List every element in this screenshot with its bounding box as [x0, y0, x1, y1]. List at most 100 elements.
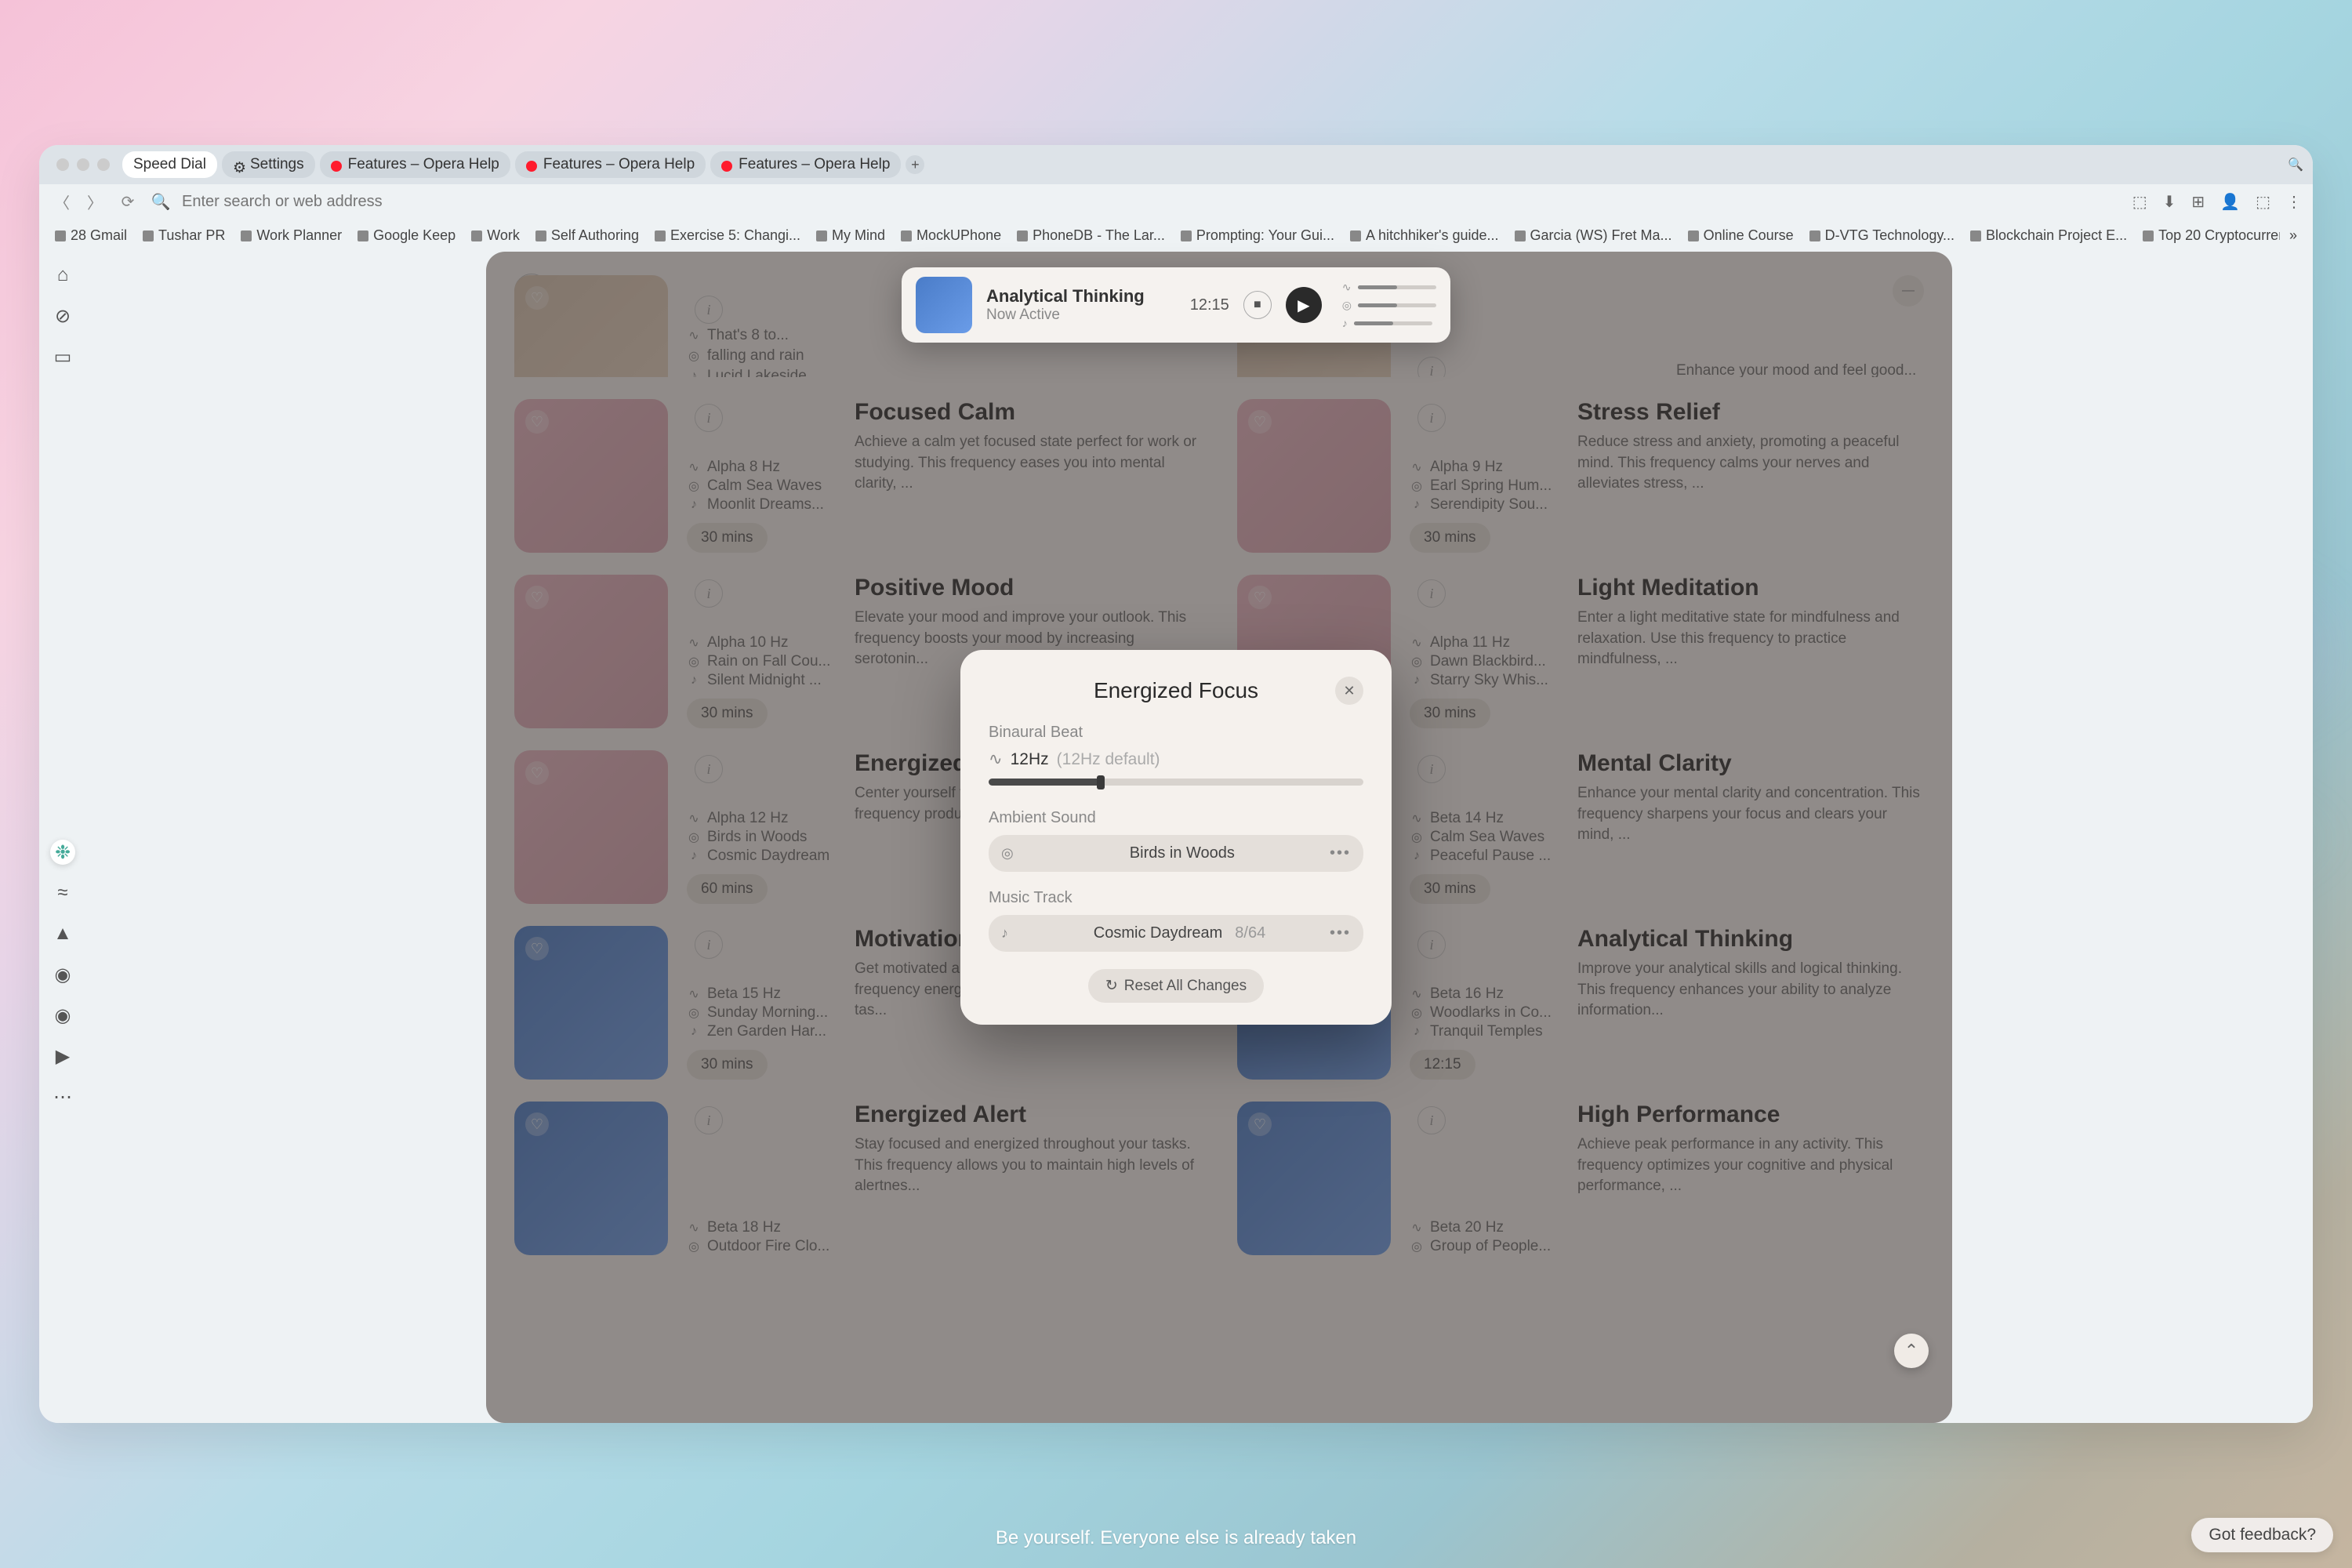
- note-icon: ♪: [1001, 925, 1008, 942]
- bookmark-icon: [471, 230, 482, 241]
- music-chip[interactable]: ♪ Cosmic Daydream 8/64 •••: [989, 915, 1363, 952]
- hz-value: 12Hz: [1011, 750, 1049, 769]
- modal-close-button[interactable]: ✕: [1335, 677, 1363, 705]
- address-bar: 〈 〉 ⟳ 🔍 ⬚ ⬇ ⊞ 👤 ⬚ ⋮: [39, 184, 2313, 220]
- ambient-slider[interactable]: [1358, 303, 1436, 307]
- compass-icon[interactable]: ⊘: [50, 303, 75, 328]
- player-subtitle: Now Active: [986, 307, 1145, 324]
- search-tabs-icon[interactable]: 🔍: [2288, 157, 2303, 172]
- more-icon[interactable]: ⋯: [50, 1084, 75, 1109]
- tab-favicon: [331, 159, 342, 170]
- binaural-label: Binaural Beat: [989, 724, 1363, 742]
- play-button[interactable]: ▶: [1286, 287, 1322, 323]
- bookmark-icon: [1350, 230, 1361, 241]
- browser-window: Speed Dial⚙SettingsFeatures – Opera Help…: [39, 145, 2313, 1423]
- stop-button[interactable]: ■: [1243, 291, 1272, 319]
- hz-default: (12Hz default): [1057, 750, 1160, 769]
- bookmark-9[interactable]: PhoneDB - The Lar...: [1011, 224, 1171, 247]
- waves-icon[interactable]: ≈: [50, 880, 75, 906]
- boost-settings-modal: Energized Focus ✕ Binaural Beat ∿ 12Hz (…: [960, 650, 1392, 1025]
- briefcase-icon[interactable]: ▭: [50, 344, 75, 369]
- bookmark-icon: [655, 230, 666, 241]
- bookmark-13[interactable]: Online Course: [1682, 224, 1800, 247]
- bookmark-icon: [1181, 230, 1192, 241]
- bookmark-15[interactable]: Blockchain Project E...: [1964, 224, 2133, 247]
- music-slider[interactable]: [1354, 321, 1432, 325]
- air-icon[interactable]: ❉: [50, 840, 75, 865]
- modal-title: Energized Focus: [1094, 678, 1258, 703]
- new-tab-button[interactable]: +: [906, 155, 924, 174]
- extensions-icon[interactable]: ⬚: [2256, 192, 2270, 212]
- tab-3[interactable]: Features – Opera Help: [515, 151, 706, 178]
- reset-icon: ↻: [1105, 977, 1118, 995]
- tab-4[interactable]: Features – Opera Help: [710, 151, 901, 178]
- reload-button[interactable]: ⟳: [116, 192, 140, 212]
- vpn-icon[interactable]: ⬚: [2132, 192, 2147, 212]
- scroll-top-button[interactable]: ⌃: [1894, 1334, 1929, 1368]
- tab-2[interactable]: Features – Opera Help: [320, 151, 510, 178]
- bookmark-icon: [241, 230, 252, 241]
- bookmark-4[interactable]: Work: [465, 224, 526, 247]
- forward-button[interactable]: 〉: [83, 191, 107, 213]
- ambient-value: Birds in Woods: [1014, 844, 1351, 862]
- bookmark-5[interactable]: Self Authoring: [529, 224, 645, 247]
- ambient-more-icon[interactable]: •••: [1330, 844, 1351, 862]
- tab-bar: Speed Dial⚙SettingsFeatures – Opera Help…: [39, 145, 2313, 184]
- tab-favicon: ⚙: [233, 159, 244, 170]
- bookmark-icon: [1017, 230, 1028, 241]
- music-slider-icon: ♪: [1342, 317, 1348, 329]
- window-controls[interactable]: [49, 158, 118, 171]
- binaural-slider[interactable]: [989, 779, 1363, 786]
- bookmark-6[interactable]: Exercise 5: Changi...: [648, 224, 807, 247]
- beat-slider[interactable]: [1358, 285, 1436, 289]
- bookmark-icon: [1515, 230, 1526, 241]
- mini-player: Analytical Thinking Now Active 12:15 ■ ▶…: [902, 267, 1450, 343]
- menu-icon[interactable]: ⋮: [2286, 192, 2302, 212]
- footer-quote: Be yourself. Everyone else is already ta…: [0, 1527, 2352, 1549]
- tab-favicon: [526, 159, 537, 170]
- ambient-label: Ambient Sound: [989, 809, 1363, 827]
- bookmark-icon: [535, 230, 546, 241]
- player-title: Analytical Thinking: [986, 286, 1145, 307]
- player-thumb: [916, 277, 972, 333]
- tab-0[interactable]: Speed Dial: [122, 151, 217, 178]
- bookmark-icon: [2143, 230, 2154, 241]
- bookmark-icon: [1688, 230, 1699, 241]
- bookmarks-bar: 28 GmailTushar PRWork PlannerGoogle Keep…: [39, 220, 2313, 252]
- ambient-chip[interactable]: ◎ Birds in Woods •••: [989, 835, 1363, 872]
- tab-1[interactable]: ⚙Settings: [222, 151, 315, 178]
- bookmark-8[interactable]: MockUPhone: [895, 224, 1007, 247]
- send-icon[interactable]: ▶: [50, 1044, 75, 1069]
- sidebar: ⌂ ⊘ ▭ ❉ ≈ ▲ ◉ ◉ ▶ ⋯: [39, 252, 86, 1423]
- bookmark-1[interactable]: Tushar PR: [136, 224, 231, 247]
- messenger-icon[interactable]: ◉: [50, 962, 75, 987]
- music-more-icon[interactable]: •••: [1330, 924, 1351, 942]
- bookmark-icon: [1970, 230, 1981, 241]
- music-label: Music Track: [989, 889, 1363, 907]
- flame-icon[interactable]: ▲: [50, 921, 75, 946]
- bookmark-12[interactable]: Garcia (WS) Fret Ma...: [1508, 224, 1679, 247]
- bookmark-2[interactable]: Work Planner: [234, 224, 348, 247]
- bookmark-icon: [816, 230, 827, 241]
- bookmark-0[interactable]: 28 Gmail: [49, 224, 133, 247]
- download-icon[interactable]: ⬇: [2163, 192, 2176, 212]
- home-icon[interactable]: ⌂: [50, 263, 75, 288]
- wave-icon: ∿: [989, 750, 1003, 769]
- bookmark-icon: [358, 230, 368, 241]
- address-input[interactable]: [182, 193, 2123, 211]
- bookmarks-overflow[interactable]: »: [2283, 224, 2303, 247]
- bookmark-14[interactable]: D-VTG Technology...: [1803, 224, 1961, 247]
- whatsapp-icon[interactable]: ◉: [50, 1003, 75, 1028]
- bookmark-3[interactable]: Google Keep: [351, 224, 462, 247]
- feedback-button[interactable]: Got feedback?: [2191, 1518, 2333, 1552]
- bookmark-10[interactable]: Prompting: Your Gui...: [1174, 224, 1341, 247]
- bookmark-7[interactable]: My Mind: [810, 224, 891, 247]
- profile-icon[interactable]: 👤: [2220, 192, 2240, 212]
- bookmark-16[interactable]: Top 20 Cryptocurren...: [2136, 224, 2280, 247]
- bookmark-11[interactable]: A hitchhiker's guide...: [1344, 224, 1505, 247]
- music-count: 8/64: [1235, 924, 1265, 942]
- back-button[interactable]: 〈: [50, 191, 74, 213]
- reset-button[interactable]: ↻ Reset All Changes: [1088, 969, 1264, 1003]
- ambient-slider-icon: ◎: [1342, 299, 1352, 312]
- grid-icon[interactable]: ⊞: [2191, 192, 2205, 212]
